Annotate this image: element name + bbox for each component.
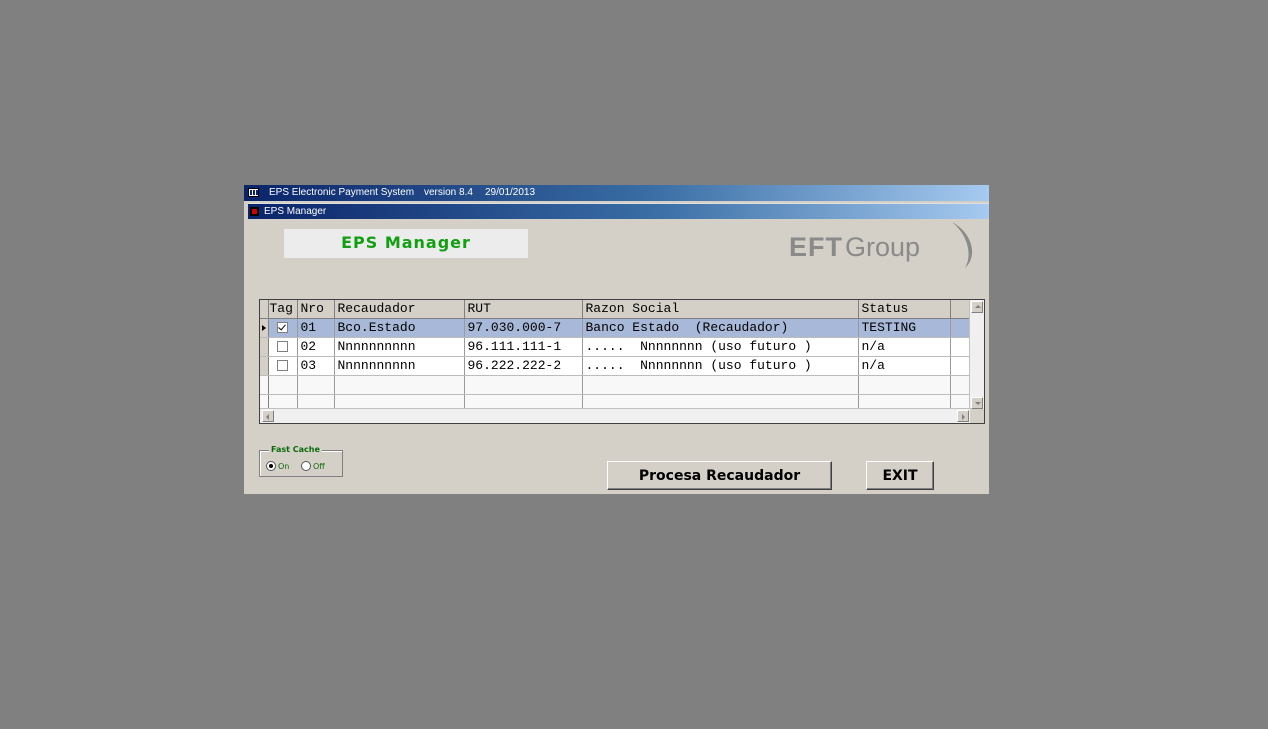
fast-cache-on-radio[interactable]: On <box>266 461 289 471</box>
col-header-nro[interactable]: Nro <box>297 300 335 319</box>
header-panel: EPS Manager <box>284 229 528 258</box>
row-pointer <box>260 318 269 338</box>
row-indicator-header <box>260 300 269 319</box>
title-bar[interactable]: EPS Electronic Payment System version 8.… <box>244 185 989 201</box>
arrow-down-icon <box>975 402 981 405</box>
nro-cell[interactable]: 02 <box>297 337 335 357</box>
horizontal-scrollbar[interactable] <box>260 408 972 423</box>
arrow-left-icon <box>266 414 269 420</box>
tag-checkbox[interactable] <box>277 360 288 372</box>
grid-table: Tag Nro Recaudador RUT Razon Social Stat… <box>260 300 972 414</box>
filler-cell <box>950 356 972 376</box>
empty-cell <box>464 375 583 395</box>
recaudadores-grid[interactable]: Tag Nro Recaudador RUT Razon Social Stat… <box>259 299 985 424</box>
arrow-right-icon <box>962 414 965 420</box>
eps-manager-icon <box>250 207 259 216</box>
rut-cell[interactable]: 96.222.222-2 <box>464 356 583 376</box>
row-indicator <box>260 375 269 395</box>
status-cell[interactable]: n/a <box>858 337 951 357</box>
col-header-razon-social[interactable]: Razon Social <box>582 300 859 319</box>
title-app-name: EPS Electronic Payment System <box>269 187 415 198</box>
col-header-filler <box>950 300 972 319</box>
row-indicator <box>260 356 269 376</box>
empty-cell <box>268 375 298 395</box>
fast-cache-off-label: Off <box>313 461 325 471</box>
procesa-recaudador-button[interactable]: Procesa Recaudador <box>607 461 832 490</box>
status-cell[interactable]: TESTING <box>858 318 951 338</box>
col-header-recaudador[interactable]: Recaudador <box>334 300 465 319</box>
empty-cell <box>950 375 972 395</box>
rut-cell[interactable]: 97.030.000-7 <box>464 318 583 338</box>
child-window-title-bar[interactable]: EPS Manager <box>248 203 989 219</box>
radio-on-icon[interactable] <box>266 461 276 471</box>
fast-cache-label: Fast Cache <box>269 445 322 454</box>
tag-cell[interactable] <box>268 356 298 376</box>
eftgroup-logo: EFT Group <box>789 222 973 268</box>
fast-cache-group: Fast Cache On Off <box>259 445 343 477</box>
empty-cell <box>582 375 859 395</box>
logo-sail-shape <box>952 222 973 268</box>
razon-social-cell[interactable]: Banco Estado (Recaudador) <box>582 318 859 338</box>
filler-cell <box>950 337 972 357</box>
child-window-title: EPS Manager <box>264 206 327 217</box>
nro-cell[interactable]: 01 <box>297 318 335 338</box>
row-indicator <box>260 337 269 357</box>
nro-cell[interactable]: 03 <box>297 356 335 376</box>
empty-cell <box>858 375 951 395</box>
col-header-status[interactable]: Status <box>858 300 951 319</box>
fast-cache-off-radio[interactable]: Off <box>301 461 325 471</box>
scroll-right-button[interactable] <box>957 410 969 422</box>
row-pointer-icon <box>262 324 266 331</box>
razon-social-cell[interactable]: ..... Nnnnnnnn (uso futuro ) <box>582 356 859 376</box>
empty-row[interactable] <box>260 375 972 395</box>
tag-cell[interactable] <box>268 318 298 338</box>
recaudador-cell[interactable]: Nnnnnnnnnn <box>334 337 465 357</box>
eps-application-window: EPS Electronic Payment System version 8.… <box>244 185 989 494</box>
logo-eft-text: EFT <box>789 232 843 262</box>
rut-cell[interactable]: 96.111.111-1 <box>464 337 583 357</box>
filler-cell <box>950 318 972 338</box>
page-title: EPS Manager <box>341 233 471 252</box>
title-date: 29/01/2013 <box>485 187 536 198</box>
vertical-scrollbar[interactable] <box>969 300 984 410</box>
title-version: version 8.4 <box>424 187 473 198</box>
scroll-down-button[interactable] <box>971 397 983 409</box>
recaudador-cell[interactable]: Bco.Estado <box>334 318 465 338</box>
tag-checkbox[interactable] <box>277 322 288 334</box>
empty-cell <box>297 375 335 395</box>
grid-header-row: Tag Nro Recaudador RUT Razon Social Stat… <box>260 300 972 319</box>
radio-off-icon[interactable] <box>301 461 311 471</box>
logo-group-text: Group <box>845 232 920 262</box>
fast-cache-on-label: On <box>278 461 290 471</box>
col-header-rut[interactable]: RUT <box>464 300 583 319</box>
razon-social-cell[interactable]: ..... Nnnnnnnn (uso futuro ) <box>582 337 859 357</box>
tag-cell[interactable] <box>268 337 298 357</box>
application-icon <box>248 188 259 197</box>
scroll-up-button[interactable] <box>971 301 983 313</box>
empty-cell <box>334 375 465 395</box>
table-row[interactable]: 02 Nnnnnnnnnn 96.111.111-1 ..... Nnnnnnn… <box>260 337 972 357</box>
arrow-up-icon <box>975 305 981 308</box>
table-row[interactable]: 03 Nnnnnnnnnn 96.222.222-2 ..... Nnnnnnn… <box>260 356 972 376</box>
tag-checkbox[interactable] <box>277 341 288 353</box>
recaudador-cell[interactable]: Nnnnnnnnnn <box>334 356 465 376</box>
col-header-tag[interactable]: Tag <box>268 300 298 319</box>
scroll-left-button[interactable] <box>262 410 274 422</box>
status-cell[interactable]: n/a <box>858 356 951 376</box>
exit-button[interactable]: EXIT <box>866 461 934 490</box>
scrollbar-corner <box>970 409 984 423</box>
table-row[interactable]: 01 Bco.Estado 97.030.000-7 Banco Estado … <box>260 318 972 338</box>
